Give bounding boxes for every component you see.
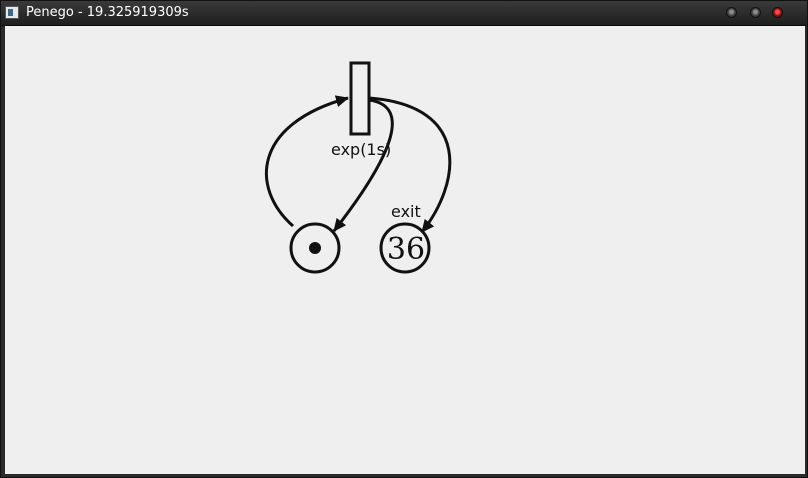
transition-label: exp(1s) xyxy=(331,140,391,159)
exit-token-count: 36 xyxy=(387,232,425,267)
minimize-button[interactable] xyxy=(726,7,737,18)
petri-net-diagram: exp(1s) 36 exit xyxy=(264,61,452,274)
app-icon xyxy=(5,6,19,19)
token-dot xyxy=(309,242,321,254)
app-window: Penego - 19.325919309s exp(1s) 36 exit xyxy=(0,0,808,478)
title-bar[interactable]: Penego - 19.325919309s xyxy=(1,1,807,26)
close-button[interactable] xyxy=(772,7,783,18)
exit-place-label: exit xyxy=(391,202,421,221)
arc-place-to-transition xyxy=(264,95,349,228)
maximize-button[interactable] xyxy=(750,7,761,18)
window-title: Penego - 19.325919309s xyxy=(26,5,189,20)
petri-net-canvas[interactable]: exp(1s) 36 exit xyxy=(5,26,805,474)
transition-bar[interactable] xyxy=(349,61,371,136)
